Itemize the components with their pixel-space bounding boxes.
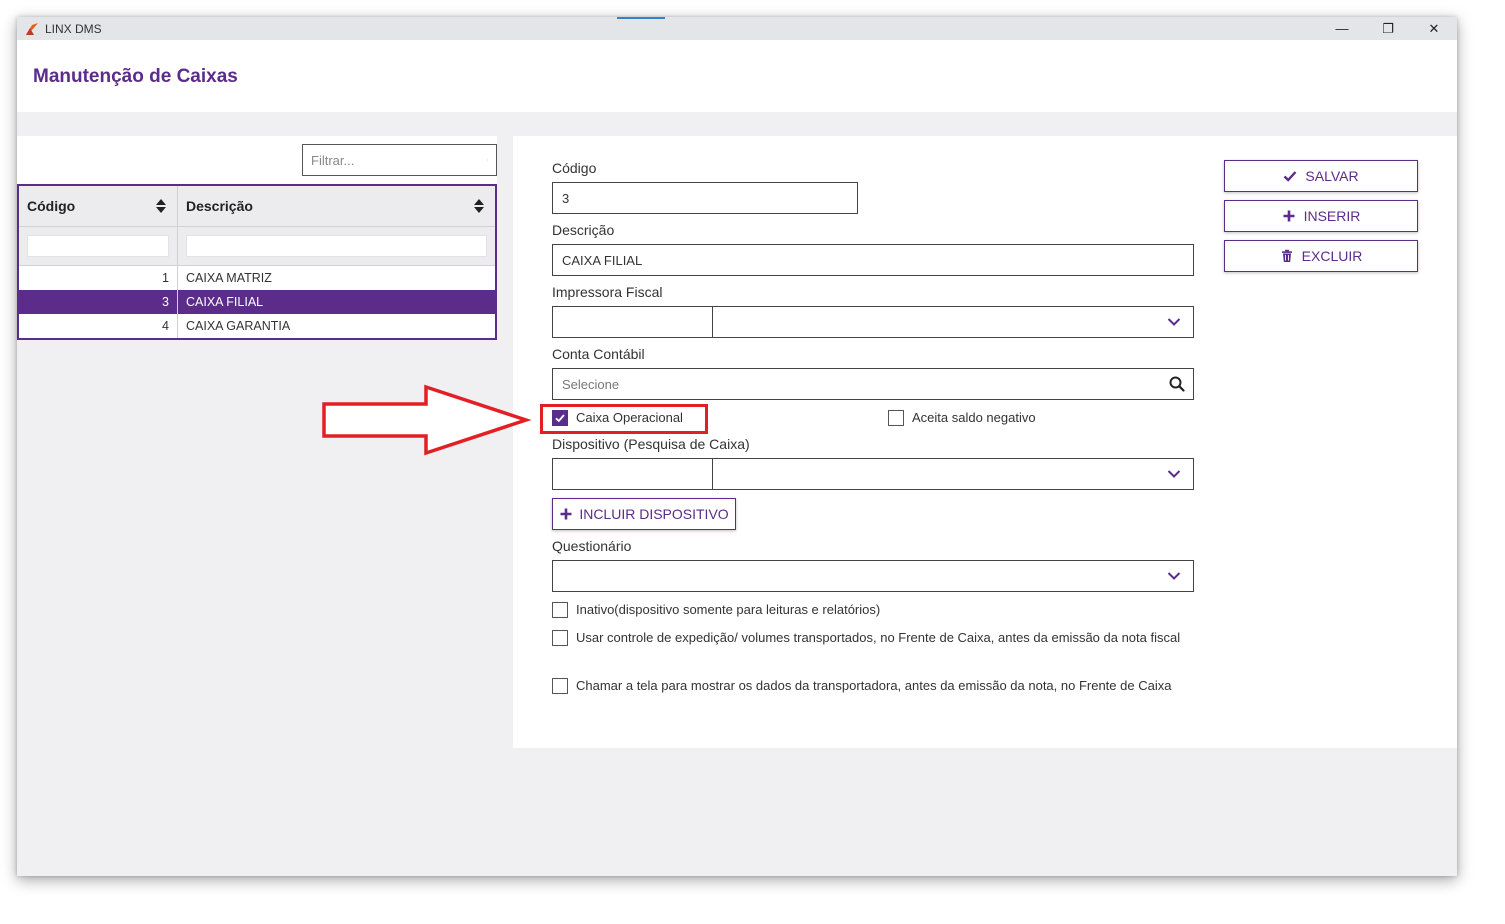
descricao-label: Descrição: [552, 222, 615, 238]
annotation-highlight-box: [540, 404, 708, 434]
filter-input[interactable]: [303, 146, 487, 174]
usar-controle-expedicao-checkbox[interactable]: Usar controle de expedição/ volumes tran…: [552, 628, 1192, 648]
restore-button[interactable]: ❐: [1365, 17, 1411, 40]
caixas-list-panel: Código Descrição: [17, 136, 497, 876]
search-icon[interactable]: [1169, 376, 1185, 392]
row-codigo: 3: [19, 290, 178, 314]
filter-cell-codigo: [19, 227, 178, 265]
chevron-down-icon[interactable]: [1167, 571, 1181, 581]
search-icon[interactable]: [487, 149, 488, 171]
annotation-arrow-icon: [322, 384, 532, 456]
page-header: Manutenção de Caixas: [17, 40, 1457, 112]
dispositivo-dropdown[interactable]: [713, 459, 1193, 489]
checkbox-unchecked[interactable]: [552, 678, 568, 694]
row-codigo: 1: [19, 266, 178, 290]
caixa-form-panel: Código 3 Descrição CAIXA FILIAL Impresso…: [513, 136, 1457, 748]
title-bar: LINX DMS — ❐ ✕: [17, 17, 1457, 40]
salvar-label: SALVAR: [1305, 168, 1359, 184]
inserir-button[interactable]: INSERIR: [1224, 200, 1418, 232]
salvar-button[interactable]: SALVAR: [1224, 160, 1418, 192]
excluir-label: EXCLUIR: [1301, 248, 1363, 264]
impressora-fiscal-label: Impressora Fiscal: [552, 284, 663, 300]
linx-logo-icon: [26, 22, 38, 35]
aceita-saldo-negativo-checkbox[interactable]: Aceita saldo negativo: [888, 408, 1036, 428]
impressora-fiscal-code[interactable]: [553, 307, 713, 337]
checkbox-unchecked[interactable]: [888, 410, 904, 426]
plus-icon: [560, 508, 572, 520]
grid-header: Código Descrição: [19, 186, 495, 227]
excluir-button[interactable]: EXCLUIR: [1224, 240, 1418, 272]
sort-icon[interactable]: [473, 198, 485, 214]
app-title: LINX DMS: [45, 21, 102, 36]
descricao-field[interactable]: CAIXA FILIAL: [552, 244, 1194, 276]
incluir-dispositivo-label: INCLUIR DISPOSITIVO: [579, 506, 729, 522]
filter-box: [302, 144, 497, 176]
questionario-select[interactable]: [552, 560, 1194, 592]
grid-filter-row: [19, 227, 495, 266]
column-header-codigo[interactable]: Código: [19, 186, 178, 226]
check-icon: [1284, 171, 1297, 182]
row-descricao: CAIXA MATRIZ: [186, 271, 272, 285]
conta-contabil-field[interactable]: Selecione: [552, 368, 1194, 400]
checkbox-unchecked[interactable]: [552, 602, 568, 618]
minimize-button[interactable]: —: [1319, 17, 1365, 40]
column-label-codigo: Código: [27, 198, 76, 214]
plus-icon: [1283, 210, 1295, 222]
column-header-descricao[interactable]: Descrição: [178, 186, 495, 226]
page-title: Manutenção de Caixas: [33, 66, 238, 87]
impressora-fiscal-select[interactable]: [552, 306, 1194, 338]
usar-controle-expedicao-label: Usar controle de expedição/ volumes tran…: [576, 630, 1181, 645]
row-codigo: 4: [19, 314, 178, 338]
codigo-value: 3: [562, 190, 570, 206]
row-descricao: CAIXA GARANTIA: [186, 319, 291, 333]
chamar-tela-transportadora-checkbox[interactable]: Chamar a tela para mostrar os dados da t…: [552, 676, 1192, 696]
sort-icon[interactable]: [155, 198, 167, 214]
dispositivo-label: Dispositivo (Pesquisa de Caixa): [552, 436, 750, 452]
dispositivo-code[interactable]: [553, 459, 713, 489]
app-window: LINX DMS — ❐ ✕ Manutenção de Caixas Códi…: [17, 17, 1457, 876]
codigo-label: Código: [552, 160, 597, 176]
incluir-dispositivo-button[interactable]: INCLUIR DISPOSITIVO: [552, 498, 736, 530]
table-row[interactable]: 4 CAIXA GARANTIA: [19, 314, 495, 338]
checkbox-unchecked[interactable]: [552, 630, 568, 646]
trash-icon: [1281, 249, 1292, 262]
conta-contabil-placeholder: Selecione: [562, 376, 620, 392]
filter-cell-descricao: [178, 227, 495, 265]
conta-contabil-label: Conta Contábil: [552, 346, 645, 362]
dispositivo-select[interactable]: [552, 458, 1194, 490]
aceita-saldo-negativo-label: Aceita saldo negativo: [912, 410, 1036, 425]
table-row[interactable]: 1 CAIXA MATRIZ: [19, 266, 495, 290]
filter-codigo-input[interactable]: [27, 235, 169, 257]
codigo-field[interactable]: 3: [552, 182, 858, 214]
column-label-descricao: Descrição: [186, 198, 253, 214]
chevron-down-icon[interactable]: [1167, 469, 1181, 479]
caixas-grid: Código Descrição 1 CAIXA MATRIZ 3 CAIXA …: [17, 184, 497, 340]
impressora-fiscal-dropdown[interactable]: [713, 307, 1193, 337]
questionario-label: Questionário: [552, 538, 632, 554]
window-controls: — ❐ ✕: [1319, 17, 1457, 40]
title-accent-line: [617, 17, 665, 19]
row-descricao: CAIXA FILIAL: [186, 295, 264, 309]
inativo-checkbox[interactable]: Inativo(dispositivo somente para leitura…: [552, 600, 1192, 620]
table-row-selected[interactable]: 3 CAIXA FILIAL: [19, 290, 495, 314]
inserir-label: INSERIR: [1303, 208, 1361, 224]
close-button[interactable]: ✕: [1411, 17, 1457, 40]
filter-descricao-input[interactable]: [186, 235, 487, 257]
chevron-down-icon[interactable]: [1167, 317, 1181, 327]
descricao-value: CAIXA FILIAL: [562, 252, 643, 268]
chamar-tela-transportadora-label: Chamar a tela para mostrar os dados da t…: [576, 678, 1172, 693]
inativo-label: Inativo(dispositivo somente para leitura…: [576, 602, 881, 617]
